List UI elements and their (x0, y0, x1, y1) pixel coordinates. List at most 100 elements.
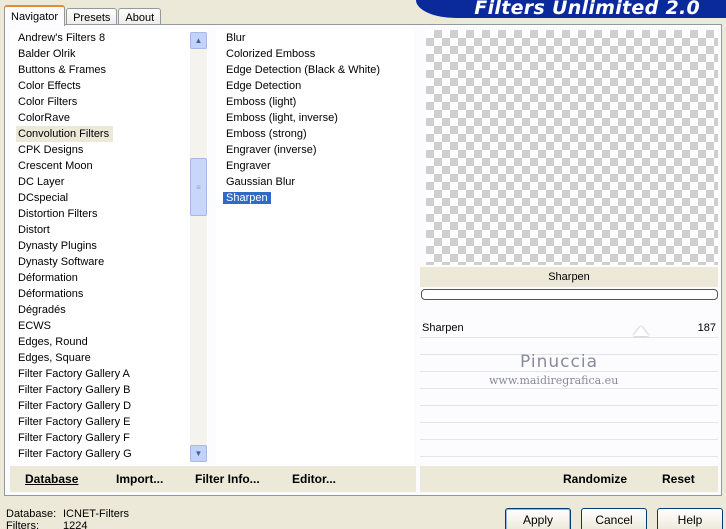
category-item[interactable]: Déformation (10, 270, 208, 286)
title-banner: Filters Unlimited 2.0 (416, 0, 726, 18)
filter-item-label: Colorized Emboss (226, 48, 316, 60)
parameter-row-empty (420, 423, 718, 440)
cancel-button[interactable]: Cancel (581, 508, 647, 529)
parameter-row-empty (420, 389, 718, 406)
preview-city-image (446, 30, 698, 230)
slider-marker-icon[interactable] (633, 326, 649, 336)
banner-title: Filters Unlimited 2.0 (474, 0, 700, 18)
filter-item[interactable]: Engraver (inverse) (216, 142, 414, 158)
filter-item[interactable]: Emboss (light, inverse) (216, 110, 414, 126)
filter-item[interactable]: Emboss (strong) (216, 126, 414, 142)
category-item[interactable]: DCspecial (10, 190, 208, 206)
status-database-value: ICNET-Filters (63, 508, 129, 520)
category-item-label: Distort (18, 224, 50, 236)
filter-item[interactable]: Blur (216, 30, 414, 46)
category-list[interactable]: Andrew's Filters 8 Balder Olrik Buttons & … (10, 30, 208, 464)
filter-item[interactable]: Gaussian Blur (216, 174, 414, 190)
category-item[interactable]: Filter Factory Gallery G (10, 446, 208, 462)
category-scrollbar[interactable]: ▲ ≡ ▼ (190, 32, 207, 462)
category-item-label: DCspecial (18, 192, 69, 204)
category-item-label: Distortion Filters (18, 208, 98, 220)
category-item-label: CPK Designs (18, 144, 84, 156)
filter-item[interactable]: Edge Detection (216, 78, 414, 94)
parameter-row-empty (420, 406, 718, 423)
reset-button[interactable]: Reset (662, 472, 695, 486)
parameter-row-sharpen[interactable]: Sharpen 187 (420, 321, 718, 338)
category-item-label: Déformation (18, 272, 78, 284)
category-item[interactable]: Dynasty Software (10, 254, 208, 270)
category-item-label: Convolution Filters (16, 126, 114, 142)
filter-item-label: Edge Detection (Black & White) (226, 64, 381, 76)
category-item[interactable]: Crescent Moon (10, 158, 208, 174)
category-item-label: Edges, Round (18, 336, 88, 348)
filter-item[interactable]: Engraver (216, 158, 414, 174)
category-item[interactable]: Color Effects (10, 78, 208, 94)
category-item[interactable]: Filter Factory Gallery E (10, 414, 208, 430)
category-item[interactable]: Distort (10, 222, 208, 238)
filter-item[interactable]: Sharpen (216, 190, 414, 206)
category-item[interactable]: Balder Olrik (10, 46, 208, 62)
category-item-label: Balder Olrik (18, 48, 76, 60)
category-item[interactable]: Dynasty Plugins (10, 238, 208, 254)
category-item-label: Filter Factory Gallery D (18, 400, 132, 412)
category-item-label: Color Effects (18, 80, 81, 92)
category-item[interactable]: DC Layer (10, 174, 208, 190)
category-item[interactable]: Buttons & Frames (10, 62, 208, 78)
filter-item[interactable]: Edge Detection (Black & White) (216, 62, 414, 78)
filter-item-label: Emboss (light) (226, 96, 297, 108)
editor-button[interactable]: Editor... (292, 472, 336, 486)
category-item[interactable]: Edges, Square (10, 350, 208, 366)
category-item-label: ColorRave (18, 112, 70, 124)
category-item[interactable]: ECWS (10, 318, 208, 334)
scroll-down-arrow-icon[interactable]: ▼ (190, 445, 207, 462)
status-filters-label: Filters: (6, 520, 39, 529)
randomize-button[interactable]: Randomize (563, 472, 627, 486)
scroll-up-arrow-icon[interactable]: ▲ (190, 32, 207, 49)
category-item[interactable]: CPK Designs (10, 142, 208, 158)
filter-item-label: Blur (226, 32, 246, 44)
category-item[interactable]: Dégradés (10, 302, 208, 318)
category-item-label: Déformations (18, 288, 84, 300)
filter-item-label: Gaussian Blur (226, 176, 296, 188)
filter-item-label: Edge Detection (226, 80, 302, 92)
filter-item-label: Emboss (strong) (226, 128, 307, 140)
filter-info-button[interactable]: Filter Info... (195, 472, 260, 486)
help-button[interactable]: Help (657, 508, 723, 529)
category-item[interactable]: Filter Factory Gallery F (10, 430, 208, 446)
category-item-label: Dynasty Plugins (18, 240, 97, 252)
category-item-label: Andrew's Filters 8 (18, 32, 106, 44)
category-item[interactable]: Filter Factory Gallery A (10, 366, 208, 382)
filter-item-label: Sharpen (223, 192, 271, 204)
category-item-label: Color Filters (18, 96, 78, 108)
watermark-url: www.maidiregrafica.eu (489, 374, 619, 387)
category-item[interactable]: Convolution Filters (10, 126, 208, 142)
status-filters: Filters: 1224 (6, 520, 87, 529)
category-item[interactable]: Filter Factory Gallery D (10, 398, 208, 414)
apply-button[interactable]: Apply (505, 508, 571, 529)
status-database: Database: ICNET-Filters (6, 508, 129, 520)
filter-item-label: Emboss (light, inverse) (226, 112, 338, 124)
scroll-grip-icon[interactable]: ≡ (190, 158, 207, 216)
import-button[interactable]: Import... (116, 472, 163, 486)
category-item-label: DC Layer (18, 176, 65, 188)
category-item[interactable]: Andrew's Filters 8 (10, 30, 208, 46)
category-item-label: Filter Factory Gallery E (18, 416, 131, 428)
tab-navigator[interactable]: Navigator (4, 5, 66, 26)
category-item-label: Dynasty Software (18, 256, 105, 268)
category-item[interactable]: Distortion Filters (10, 206, 208, 222)
filter-list[interactable]: Blur Colorized Emboss Edge Detection (Blac… (216, 30, 414, 464)
category-item[interactable]: Edges, Round (10, 334, 208, 350)
category-item[interactable]: Filter Factory Gallery B (10, 382, 208, 398)
category-item-label: Filter Factory Gallery B (18, 384, 131, 396)
category-item-label: ECWS (18, 320, 51, 332)
database-button[interactable]: Database (25, 472, 78, 486)
category-item[interactable]: ColorRave (10, 110, 208, 126)
filter-item-label: Engraver (226, 160, 271, 172)
preview-filter-name: Sharpen (420, 267, 718, 287)
filter-item[interactable]: Colorized Emboss (216, 46, 414, 62)
filter-item[interactable]: Emboss (light) (216, 94, 414, 110)
category-item-label: Dégradés (18, 304, 66, 316)
category-item[interactable]: Déformations (10, 286, 208, 302)
parameter-row-empty (420, 440, 718, 457)
category-item[interactable]: Color Filters (10, 94, 208, 110)
